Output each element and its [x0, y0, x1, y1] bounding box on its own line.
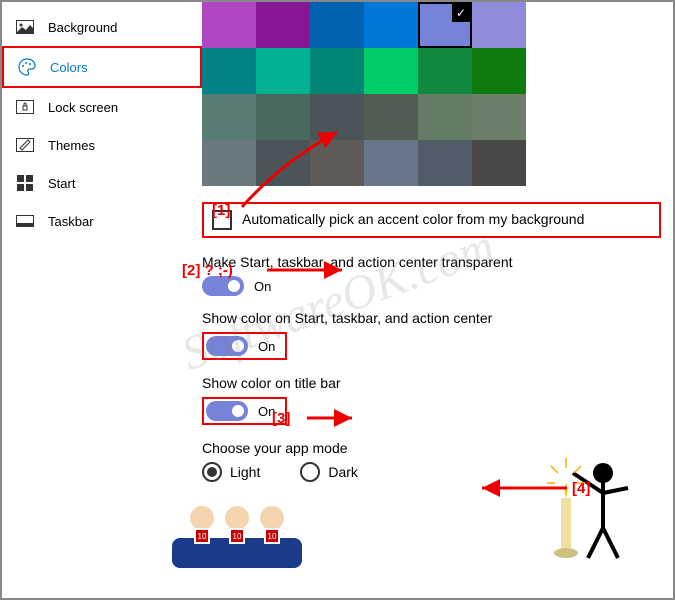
sidebar-item-lock-screen[interactable]: Lock screen	[2, 88, 202, 126]
color-swatch[interactable]	[472, 48, 526, 94]
auto-pick-checkbox[interactable]	[212, 210, 232, 230]
sidebar: Background Colors Lock screen Themes Sta…	[2, 2, 202, 598]
color-swatch[interactable]	[256, 2, 310, 48]
color-swatch[interactable]	[256, 94, 310, 140]
toggle-transparent[interactable]	[202, 276, 244, 296]
color-swatch[interactable]	[364, 140, 418, 186]
radio-label: Dark	[328, 464, 358, 480]
toggle-show-color-start[interactable]	[206, 336, 248, 356]
sidebar-item-label: Start	[48, 176, 75, 191]
color-grid	[202, 2, 673, 186]
color-swatch[interactable]	[472, 94, 526, 140]
toggle-state: On	[258, 339, 275, 354]
sidebar-item-start[interactable]: Start	[2, 164, 202, 202]
color-swatch[interactable]	[310, 94, 364, 140]
color-swatch[interactable]	[310, 2, 364, 48]
toggle-state: On	[254, 279, 271, 294]
sidebar-item-label: Themes	[48, 138, 95, 153]
color-swatch[interactable]	[364, 94, 418, 140]
color-swatch[interactable]	[418, 140, 472, 186]
sidebar-item-colors[interactable]: Colors	[2, 46, 202, 88]
color-swatch[interactable]	[202, 48, 256, 94]
radio-indicator	[202, 462, 222, 482]
setting-label: Show color on Start, taskbar, and action…	[202, 310, 673, 326]
setting-show-color-start: Show color on Start, taskbar, and action…	[202, 310, 673, 361]
radio-light[interactable]: Light	[202, 462, 260, 482]
color-swatch[interactable]	[472, 140, 526, 186]
app-mode-label: Choose your app mode	[202, 440, 673, 456]
sidebar-item-label: Taskbar	[48, 214, 94, 229]
main-content: Automatically pick an accent color from …	[202, 2, 673, 598]
color-swatch[interactable]	[418, 2, 472, 48]
taskbar-icon	[16, 212, 34, 230]
start-icon	[16, 174, 34, 192]
sidebar-item-themes[interactable]: Themes	[2, 126, 202, 164]
radio-label: Light	[230, 464, 260, 480]
color-swatch[interactable]	[364, 2, 418, 48]
sidebar-item-label: Colors	[50, 60, 88, 75]
radio-dark[interactable]: Dark	[300, 462, 358, 482]
sidebar-item-background[interactable]: Background	[2, 8, 202, 46]
color-swatch[interactable]	[256, 140, 310, 186]
palette-icon	[18, 58, 36, 76]
auto-pick-row: Automatically pick an accent color from …	[202, 202, 661, 238]
color-swatch[interactable]	[418, 48, 472, 94]
lock-icon	[16, 98, 34, 116]
color-swatch[interactable]	[310, 140, 364, 186]
toggle-state: On	[258, 404, 275, 419]
app-mode-block: Choose your app mode Light Dark	[202, 440, 673, 482]
sidebar-item-label: Background	[48, 20, 117, 35]
color-swatch[interactable]	[202, 94, 256, 140]
sidebar-item-taskbar[interactable]: Taskbar	[2, 202, 202, 240]
toggle-show-color-title[interactable]	[206, 401, 248, 421]
color-swatch[interactable]	[364, 48, 418, 94]
image-icon	[16, 18, 34, 36]
setting-transparent: Make Start, taskbar, and action center t…	[202, 254, 673, 296]
color-swatch[interactable]	[472, 2, 526, 48]
setting-label: Show color on title bar	[202, 375, 673, 391]
color-swatch[interactable]	[202, 140, 256, 186]
setting-label: Make Start, taskbar, and action center t…	[202, 254, 673, 270]
radio-indicator	[300, 462, 320, 482]
color-swatch[interactable]	[202, 2, 256, 48]
color-swatch[interactable]	[418, 94, 472, 140]
color-swatch[interactable]	[256, 48, 310, 94]
color-swatch[interactable]	[310, 48, 364, 94]
setting-show-color-title: Show color on title bar On	[202, 375, 673, 426]
brush-icon	[16, 136, 34, 154]
sidebar-item-label: Lock screen	[48, 100, 118, 115]
auto-pick-label: Automatically pick an accent color from …	[242, 210, 584, 228]
